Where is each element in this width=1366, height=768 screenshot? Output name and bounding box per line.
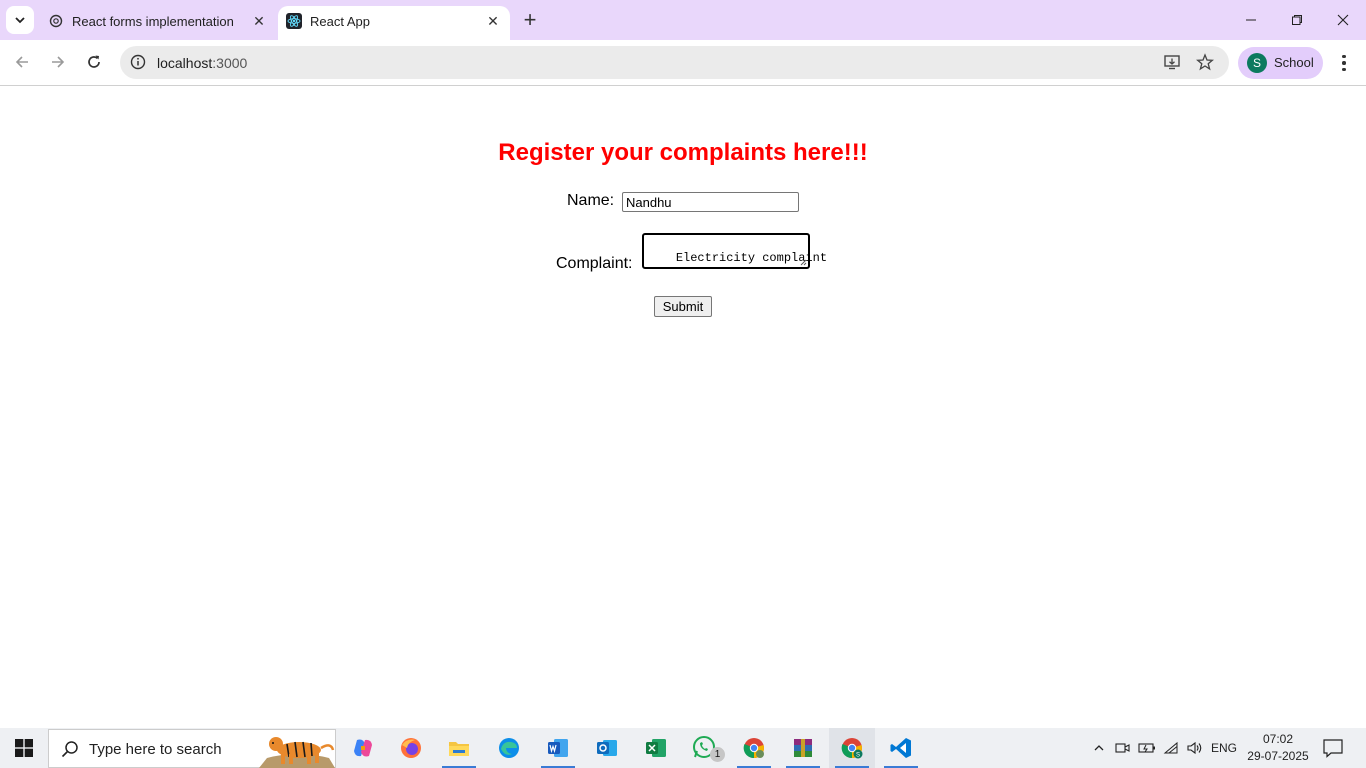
- site-info-icon[interactable]: [130, 54, 146, 70]
- url-text[interactable]: localhost:3000: [157, 55, 247, 71]
- chatgpt-icon: [48, 13, 64, 29]
- restore-icon: [1292, 15, 1302, 25]
- tiger-illustration-icon: [259, 737, 335, 768]
- battery-icon[interactable]: [1138, 738, 1156, 758]
- close-icon[interactable]: ✕: [484, 12, 502, 30]
- arrow-right-icon: [52, 56, 65, 68]
- word-icon: [548, 739, 568, 757]
- outlook-icon: [597, 740, 617, 756]
- minimize-button[interactable]: [1228, 0, 1274, 40]
- clock-date: 29-07-2025: [1247, 749, 1309, 763]
- copilot-app[interactable]: [340, 728, 386, 768]
- vscode-icon: [890, 738, 911, 758]
- language-indicator[interactable]: ENG: [1210, 738, 1238, 758]
- firefox-icon: [401, 738, 421, 758]
- tab-react-forms[interactable]: React forms implementation ✕: [40, 6, 276, 40]
- menu-dots-icon[interactable]: [1334, 50, 1354, 76]
- chrome-app[interactable]: [731, 728, 777, 768]
- close-window-button[interactable]: [1320, 0, 1366, 40]
- excel-icon: [646, 739, 666, 757]
- submit-button[interactable]: Submit: [654, 296, 712, 317]
- meet-now-icon[interactable]: [1114, 738, 1132, 758]
- back-button[interactable]: [8, 48, 36, 76]
- tab-search-button[interactable]: [6, 6, 34, 34]
- edge-icon: [499, 738, 519, 758]
- taskbar-search[interactable]: Type here to search: [48, 729, 336, 768]
- close-icon[interactable]: ✕: [250, 12, 268, 30]
- vscode-app[interactable]: [878, 728, 924, 768]
- profile-button[interactable]: S School: [1238, 47, 1323, 79]
- chrome-icon: [743, 738, 764, 759]
- notification-icon[interactable]: [1322, 738, 1344, 758]
- close-icon: [1337, 14, 1349, 26]
- resize-handle-icon[interactable]: [800, 259, 807, 266]
- whatsapp-app[interactable]: 1: [682, 728, 728, 768]
- tab-title: React App: [310, 14, 370, 29]
- volume-icon[interactable]: [1186, 738, 1204, 758]
- page-content: Register your complaints here!!! Name: C…: [0, 87, 1366, 728]
- clock-time: 07:02: [1262, 732, 1294, 746]
- minimize-icon: [1246, 19, 1256, 21]
- taskbar: Type here to search 1 S ENG 07:02 29-07-…: [0, 728, 1366, 768]
- profile-name: School: [1274, 55, 1314, 70]
- search-icon: [61, 741, 78, 758]
- name-input[interactable]: [622, 192, 799, 212]
- svg-text:S: S: [856, 753, 860, 759]
- reload-button[interactable]: [80, 48, 108, 76]
- word-app[interactable]: [535, 728, 581, 768]
- winrar-icon: [794, 739, 812, 757]
- windows-icon: [15, 739, 33, 757]
- arrow-left-icon: [15, 56, 28, 68]
- file-explorer-app[interactable]: [436, 728, 482, 768]
- chevron-up-icon[interactable]: [1090, 738, 1108, 758]
- address-bar[interactable]: localhost:3000: [120, 46, 1229, 79]
- tab-title: React forms implementation: [72, 14, 234, 29]
- bookmark-star-icon[interactable]: [1196, 53, 1214, 71]
- excel-app[interactable]: [633, 728, 679, 768]
- start-button[interactable]: [0, 728, 48, 768]
- winrar-app[interactable]: [780, 728, 826, 768]
- wifi-icon[interactable]: [1162, 738, 1182, 758]
- chevron-down-icon: [15, 17, 25, 24]
- avatar: S: [1247, 53, 1267, 73]
- forward-button[interactable]: [44, 48, 72, 76]
- reload-icon: [88, 55, 100, 68]
- firefox-app[interactable]: [388, 728, 434, 768]
- outlook-app[interactable]: [584, 728, 630, 768]
- search-placeholder: Type here to search: [89, 741, 222, 758]
- complaint-textarea[interactable]: Electricity complaint: [642, 233, 827, 269]
- react-icon: [286, 13, 302, 29]
- clock[interactable]: 07:02 29-07-2025: [1240, 731, 1316, 765]
- complaint-label: Complaint:: [556, 255, 633, 272]
- install-app-icon[interactable]: [1163, 53, 1181, 71]
- new-tab-button[interactable]: +: [518, 7, 542, 32]
- tab-strip: React forms implementation ✕ React App ✕…: [0, 0, 1366, 40]
- page-title: Register your complaints here!!!: [498, 139, 868, 166]
- copilot-icon: [354, 739, 372, 757]
- name-label: Name:: [567, 192, 615, 209]
- browser-toolbar: localhost:3000 S School: [0, 40, 1366, 86]
- restore-button[interactable]: [1274, 0, 1320, 40]
- tab-react-app[interactable]: React App ✕: [278, 6, 510, 40]
- chrome-profile-app[interactable]: S: [829, 728, 875, 768]
- file-explorer-icon: [449, 742, 469, 756]
- notification-badge: 1: [710, 747, 725, 762]
- edge-app[interactable]: [486, 728, 532, 768]
- chrome-profile-icon: S: [841, 738, 863, 759]
